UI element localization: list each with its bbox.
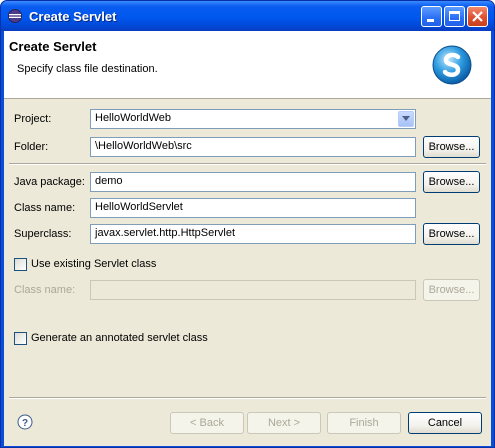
close-button[interactable]: [467, 6, 488, 27]
project-combo[interactable]: HelloWorldWeb: [90, 109, 416, 129]
folder-browse-button[interactable]: Browse...: [423, 136, 480, 158]
project-label: Project:: [14, 113, 52, 125]
dialog-body: Create Servlet Specify class file destin…: [4, 31, 491, 446]
existing-class-browse-button[interactable]: Browse...: [423, 279, 480, 301]
window-title: Create Servlet: [29, 9, 117, 24]
java-package-field[interactable]: demo: [90, 172, 416, 192]
title-bar[interactable]: Create Servlet: [1, 1, 494, 31]
project-dropdown-button[interactable]: [398, 111, 414, 127]
close-icon: [472, 11, 483, 22]
superclass-browse-button[interactable]: Browse...: [423, 223, 480, 245]
java-package-browse-button[interactable]: Browse...: [423, 171, 480, 193]
maximize-button[interactable]: [444, 6, 465, 27]
minimize-button[interactable]: [421, 6, 442, 27]
use-existing-label[interactable]: Use existing Servlet class: [31, 258, 156, 270]
minimize-icon: [427, 19, 434, 22]
back-button[interactable]: < Back: [170, 412, 244, 434]
use-existing-checkbox[interactable]: [14, 258, 27, 271]
help-icon[interactable]: ?: [17, 414, 33, 430]
banner-subtitle: Specify class file destination.: [17, 63, 158, 75]
class-name-field[interactable]: HelloWorldServlet: [90, 198, 416, 218]
class-name-label: Class name:: [14, 202, 76, 214]
footer-separator: [9, 397, 486, 399]
folder-field[interactable]: \HelloWorldWeb\src: [90, 137, 416, 157]
existing-class-name-field[interactable]: [90, 280, 416, 300]
eclipse-app-icon: [8, 9, 22, 23]
create-servlet-window: Create Servlet Create Servlet Specify cl…: [0, 0, 495, 448]
superclass-field[interactable]: javax.servlet.http.HttpServlet: [90, 224, 416, 244]
separator: [9, 163, 486, 165]
dropdown-arrow-icon: [402, 116, 410, 121]
superclass-label: Superclass:: [14, 228, 72, 240]
servlet-logo-icon: [432, 45, 472, 85]
java-package-label: Java package:: [14, 176, 85, 188]
cancel-button[interactable]: Cancel: [408, 412, 482, 434]
banner-title: Create Servlet: [9, 39, 97, 54]
next-button[interactable]: Next >: [247, 412, 321, 434]
svg-text:?: ?: [22, 418, 28, 429]
wizard-banner: Create Servlet Specify class file destin…: [4, 31, 491, 99]
existing-class-name-label: Class name:: [14, 284, 76, 296]
project-value: HelloWorldWeb: [95, 112, 172, 124]
maximize-icon: [449, 11, 460, 21]
folder-label: Folder:: [14, 141, 49, 153]
finish-button[interactable]: Finish: [327, 412, 401, 434]
annotated-checkbox[interactable]: [14, 332, 27, 345]
annotated-label[interactable]: Generate an annotated servlet class: [31, 332, 208, 344]
